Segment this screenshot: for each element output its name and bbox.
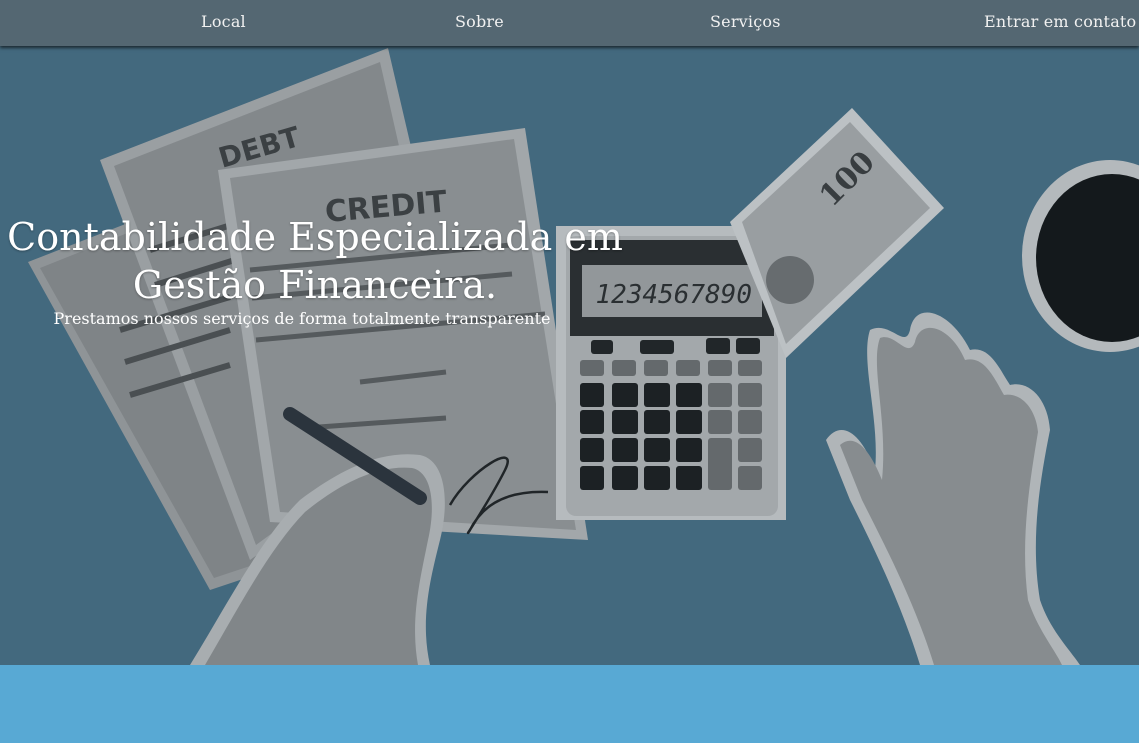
nav-link-servicos[interactable]: Serviços — [710, 12, 781, 31]
nav-link-contato[interactable]: Entrar em contato — [984, 12, 1136, 31]
hero-illustration: DEBT CREDIT 1234567890 100 — [0, 46, 1139, 665]
nav-link-local[interactable]: Local — [201, 12, 246, 31]
hero-subtitle: Prestamos nossos serviços de forma total… — [53, 309, 551, 328]
blue-band — [0, 665, 1139, 743]
hero-section: DEBT CREDIT 1234567890 100 — [0, 46, 1139, 665]
hero-title-line-2: Gestão Financeira. — [132, 263, 498, 307]
nav-link-sobre[interactable]: Sobre — [455, 12, 504, 31]
top-navigation: Local Sobre Serviços Entrar em contato — [0, 0, 1139, 46]
hero-title-line-1: Contabilidade Especializada em — [7, 215, 623, 259]
hero-title: Contabilidade Especializada em Gestão Fi… — [0, 213, 630, 309]
